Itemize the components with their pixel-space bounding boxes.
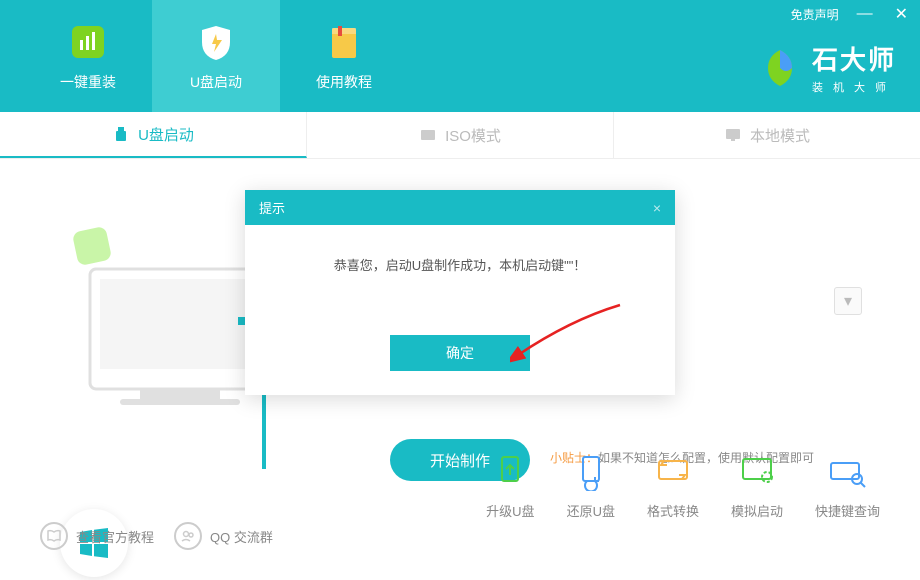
close-button[interactable]: ✕ [891,4,912,24]
mode-tab-iso[interactable]: ISO模式 [307,112,614,158]
book-open-icon [40,522,68,550]
action-simulate-boot[interactable]: 模拟启动 [731,449,783,520]
shield-icon [194,20,238,64]
convert-icon [651,449,695,493]
action-hotkey-lookup[interactable]: 快捷键查询 [815,449,880,520]
action-format-convert[interactable]: 格式转换 [647,449,699,520]
config-dropdown[interactable]: ▾ [834,287,862,315]
modal-close-button[interactable]: × [653,200,661,216]
modal-title: 提示 [259,198,285,217]
bottom-actions: 升级U盘 还原U盘 格式转换 模拟启动 快捷键查询 [486,449,880,520]
link-label: 查看官方教程 [76,527,154,546]
action-upgrade-usb[interactable]: 升级U盘 [486,449,534,520]
people-icon [174,522,202,550]
app-header: 免责声明 — ✕ 一键重装 U盘启动 使用教程 石大师 装机大师 [0,0,920,112]
restore-icon [569,449,613,493]
bottom-left-links: 查看官方教程 QQ 交流群 [40,522,273,550]
simulate-icon [735,449,779,493]
nav-tab-tutorial[interactable]: 使用教程 [280,0,408,112]
action-label: 升级U盘 [486,501,534,520]
mode-tabs: U盘启动 ISO模式 本地模式 [0,112,920,159]
mode-tab-label: 本地模式 [750,125,810,146]
action-restore-usb[interactable]: 还原U盘 [567,449,615,520]
mode-tab-label: ISO模式 [445,125,501,146]
nav-tab-reinstall[interactable]: 一键重装 [24,0,152,112]
modal-header: 提示 × [245,190,675,225]
mode-tab-local[interactable]: 本地模式 [614,112,920,158]
action-label: 快捷键查询 [815,501,880,520]
nav-tab-label: 一键重装 [60,72,116,92]
book-icon [322,20,366,64]
success-modal: 提示 × 恭喜您，启动U盘制作成功，本机启动键""！ 确定 [245,190,675,395]
nav-tabs: 一键重装 U盘启动 使用教程 [24,0,408,112]
nav-tab-label: 使用教程 [316,72,372,92]
link-label: QQ 交流群 [210,527,273,546]
mode-tab-usb[interactable]: U盘启动 [0,112,307,158]
modal-ok-button[interactable]: 确定 [390,335,530,371]
chart-icon [66,20,110,64]
iso-icon [419,126,437,144]
nav-tab-label: U盘启动 [190,72,242,92]
keyboard-search-icon [825,449,869,493]
action-label: 模拟启动 [731,501,783,520]
action-label: 还原U盘 [567,501,615,520]
official-tutorial-link[interactable]: 查看官方教程 [40,522,154,550]
qq-group-link[interactable]: QQ 交流群 [174,522,273,550]
disclaimer-link[interactable]: 免责声明 [791,6,839,23]
monitor-icon [724,126,742,144]
minimize-button[interactable]: — [853,5,877,23]
action-label: 格式转换 [647,501,699,520]
brand-title: 石大师 [812,40,896,77]
usb-icon [112,125,130,143]
mode-tab-label: U盘启动 [138,124,194,145]
modal-message: 恭喜您，启动U盘制作成功，本机启动键""！ [245,225,675,335]
brand-subtitle: 装机大师 [812,79,896,95]
nav-tab-usb-boot[interactable]: U盘启动 [152,0,280,112]
brand: 石大师 装机大师 [758,40,896,95]
upgrade-icon [488,449,532,493]
brand-logo-icon [758,46,802,90]
chevron-down-icon: ▾ [844,291,852,311]
modal-footer: 确定 [245,335,675,395]
window-controls: 免责声明 — ✕ [791,4,912,24]
